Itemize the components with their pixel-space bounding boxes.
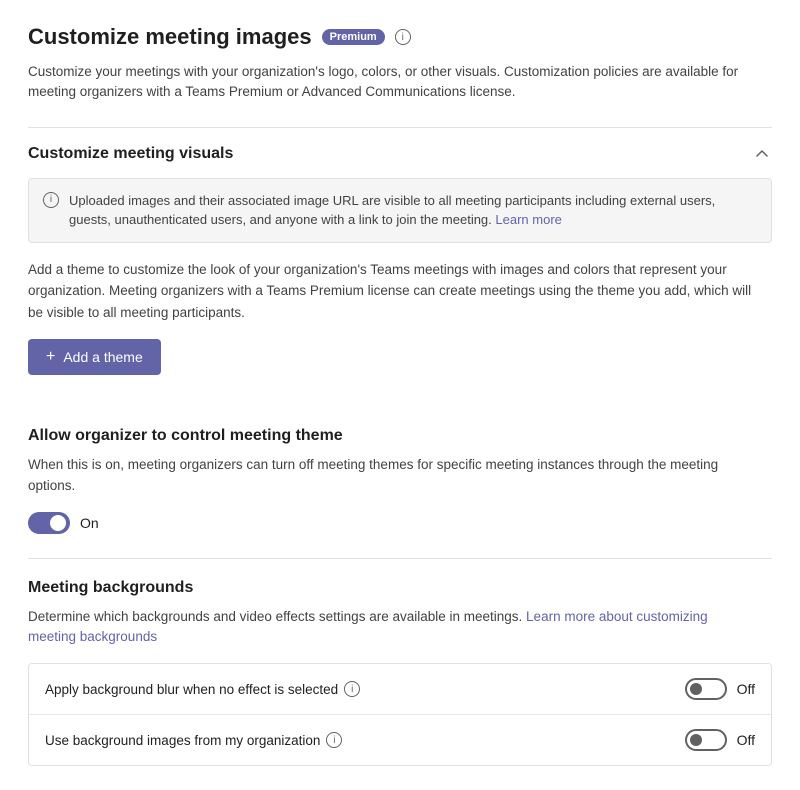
backgrounds-title: Meeting backgrounds (28, 579, 772, 597)
blur-setting-right: Off (685, 678, 755, 700)
blur-info-icon[interactable]: i (344, 681, 360, 697)
org-images-setting-left: Use background images from my organizati… (45, 732, 342, 748)
info-banner: i Uploaded images and their associated i… (28, 178, 772, 243)
blur-toggle-label: Off (737, 681, 755, 697)
banner-info-icon: i (43, 192, 59, 208)
organizer-toggle-label: On (80, 515, 99, 531)
blur-toggle[interactable] (685, 678, 727, 700)
visuals-section-title: Customize meeting visuals (28, 145, 233, 163)
org-images-label: Use background images from my organizati… (45, 733, 320, 748)
org-images-toggle[interactable] (685, 729, 727, 751)
page-header: Customize meeting images Premium i (28, 24, 772, 50)
banner-text: Uploaded images and their associated ima… (69, 191, 757, 230)
collapse-icon[interactable] (752, 144, 772, 164)
org-images-setting-right: Off (685, 729, 755, 751)
add-theme-button[interactable]: + Add a theme (28, 339, 161, 375)
organizer-toggle-row: On (28, 512, 772, 534)
page-description: Customize your meetings with your organi… (28, 62, 748, 103)
add-theme-label: Add a theme (63, 349, 142, 365)
table-row: Use background images from my organizati… (29, 715, 771, 765)
backgrounds-description: Determine which backgrounds and video ef… (28, 607, 748, 648)
meeting-backgrounds-section: Meeting backgrounds Determine which back… (28, 558, 772, 767)
org-images-info-icon[interactable]: i (326, 732, 342, 748)
table-row: Apply background blur when no effect is … (29, 664, 771, 715)
plus-icon: + (46, 348, 55, 366)
org-images-toggle-label: Off (737, 732, 755, 748)
blur-setting-left: Apply background blur when no effect is … (45, 681, 360, 697)
page-title: Customize meeting images (28, 24, 312, 50)
header-info-icon[interactable]: i (395, 29, 411, 45)
customize-visuals-section: Customize meeting visuals i Uploaded ima… (28, 127, 772, 404)
blur-setting-label: Apply background blur when no effect is … (45, 682, 338, 697)
section-header: Customize meeting visuals (28, 144, 772, 164)
premium-badge: Premium (322, 29, 385, 45)
organizer-toggle[interactable] (28, 512, 70, 534)
allow-organizer-section: Allow organizer to control meeting theme… (28, 427, 772, 534)
banner-learn-more-link[interactable]: Learn more (495, 212, 561, 227)
allow-organizer-description: When this is on, meeting organizers can … (28, 455, 748, 496)
theme-description: Add a theme to customize the look of you… (28, 259, 768, 324)
allow-organizer-title: Allow organizer to control meeting theme (28, 427, 772, 445)
background-settings-table: Apply background blur when no effect is … (28, 663, 772, 766)
